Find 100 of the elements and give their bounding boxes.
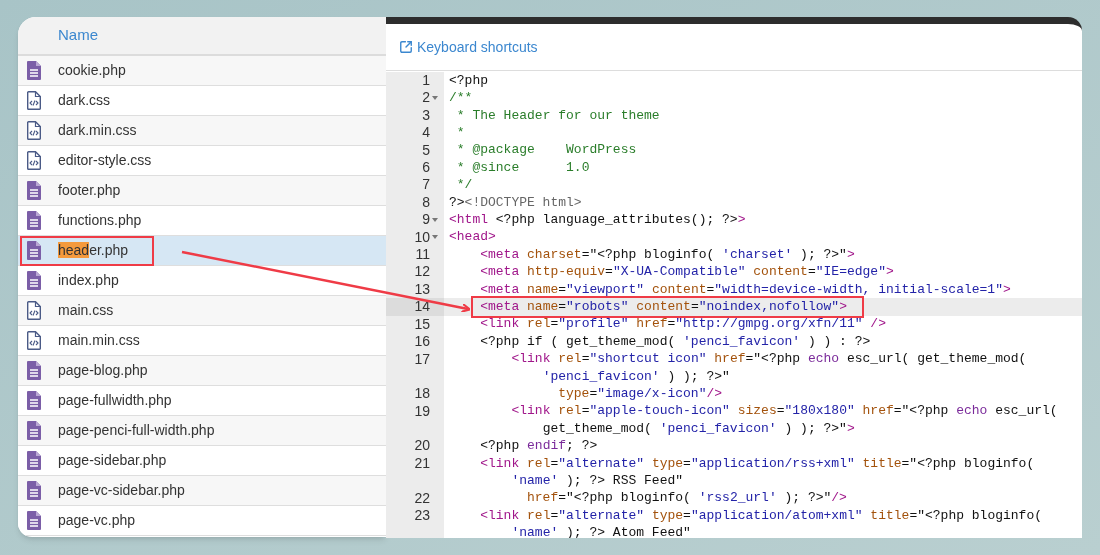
code-line: get_theme_mod( 'penci_favicon' ) ); ?>"> — [542, 421, 855, 436]
code-line: <meta charset="<?php bloginfo( 'charset' ); ?>"> — [480, 247, 855, 262]
fold-caret-icon[interactable] — [432, 96, 438, 101]
file-name: page-sidebar.php — [58, 451, 167, 470]
code-line: <head> — [449, 230, 496, 245]
line-number: 7 — [422, 176, 430, 194]
line-number: 16 — [414, 333, 430, 351]
line-number: 18 — [414, 385, 430, 403]
document-icon — [27, 271, 41, 290]
line-number: 5 — [422, 141, 430, 160]
document-icon — [27, 421, 41, 440]
file-name: main.min.css — [58, 331, 140, 350]
code-line: <link rel="shortcut icon" href="<?php echo esc_url( get_theme_mod( — [511, 352, 1027, 367]
file-name: editor-style.css — [58, 151, 152, 170]
file-name: page-penci-full-width.php — [58, 421, 215, 440]
file-name: dark.min.css — [58, 121, 137, 140]
document-icon — [27, 211, 41, 230]
code-line: <meta http-equiv="X-UA-Compatible" content="IE=edge"> — [480, 265, 894, 280]
code-line: /** — [449, 91, 473, 106]
code-line: 'name' ); ?> Atom Feed" — [511, 526, 691, 538]
file-name: cookie.php — [58, 61, 126, 80]
file-row[interactable]: page-penci-full-width.php — [18, 416, 386, 446]
code-line: <link rel="apple-touch-icon" sizes="180x180" href="<?php echo esc_url( — [511, 404, 1058, 419]
document-icon — [27, 391, 41, 410]
code-line: <meta name="robots" content="noindex,nofollow"> — [480, 300, 847, 314]
code-line: <html <?php language_attributes(); ?>> — [449, 212, 746, 227]
code-line: <?php — [449, 73, 488, 88]
document-icon — [27, 61, 41, 80]
line-number: 6 — [422, 159, 430, 177]
document-icon — [27, 511, 41, 530]
fold-caret-icon[interactable] — [432, 235, 438, 240]
line-number: 13 — [414, 280, 430, 299]
keyboard-shortcuts-link[interactable]: Keyboard shortcuts — [399, 36, 538, 58]
code-line: <?php endif; ?> — [480, 439, 598, 454]
code-line: <?php if ( get_theme_mod( 'penci_favicon' ) ) : ?> — [480, 334, 871, 349]
line-number: 9 — [422, 211, 430, 229]
external-link-icon — [399, 40, 413, 54]
code-file-icon — [27, 331, 41, 350]
line-number: 22 — [414, 489, 430, 508]
line-number: 4 — [422, 124, 430, 142]
code-line: 'name' ); ?> RSS Feed" — [511, 473, 684, 488]
line-number: 1 — [422, 72, 430, 90]
file-row[interactable]: cookie.php — [18, 56, 386, 86]
file-name: footer.php — [58, 181, 121, 200]
document-icon — [27, 361, 41, 380]
code-file-icon — [27, 151, 41, 170]
line-number: 3 — [422, 106, 430, 125]
code-file-icon — [27, 301, 41, 320]
fold-caret-icon[interactable] — [432, 217, 438, 222]
line-number: 19 — [414, 402, 430, 421]
code-line: type="image/x-icon"/> — [558, 386, 723, 401]
file-name: page-vc-sidebar.php — [58, 481, 185, 500]
line-number: 23 — [414, 507, 430, 525]
file-row[interactable]: editor-style.css — [18, 146, 386, 176]
file-name: main.css — [58, 301, 114, 320]
file-row[interactable]: header.php — [18, 236, 386, 266]
line-number: 14 — [414, 298, 430, 316]
file-row[interactable]: index.php — [18, 266, 386, 296]
file-row[interactable]: page-blog.php — [18, 356, 386, 386]
code-line: href="<?php bloginfo( 'rss2_url' ); ?>"/> — [527, 491, 847, 506]
code-line: * The Header for our theme — [456, 108, 660, 123]
file-row[interactable]: footer.php — [18, 176, 386, 206]
file-name: page-vc.php — [58, 511, 136, 530]
file-name: dark.css — [58, 91, 111, 110]
file-row[interactable]: main.css — [18, 296, 386, 326]
file-name: page-blog.php — [58, 361, 148, 380]
document-icon — [27, 481, 41, 500]
file-name: page-fullwidth.php — [58, 391, 172, 410]
file-row[interactable]: page-fullwidth.php — [18, 386, 386, 416]
code-line: <link rel="profile" href="http://gmpg.org/xfn/11" /> — [480, 317, 886, 332]
code-line: * @package WordPress — [456, 143, 637, 158]
document-icon — [27, 181, 41, 200]
code-line: */ — [456, 178, 473, 193]
line-number: 2 — [422, 89, 430, 107]
document-icon — [27, 241, 41, 260]
file-row[interactable]: dark.min.css — [18, 116, 386, 146]
file-row[interactable]: page-vc.php — [18, 506, 386, 536]
line-number: 20 — [414, 437, 430, 455]
code-line: <meta name="viewport" content="width=device-width, initial-scale=1"> — [480, 282, 1011, 297]
line-number: 8 — [422, 193, 430, 212]
line-number: 17 — [414, 350, 430, 368]
file-name: index.php — [58, 271, 119, 290]
file-name: functions.php — [58, 211, 142, 230]
file-name: header.php — [58, 241, 129, 260]
document-icon — [27, 451, 41, 470]
code-line: * — [456, 125, 465, 140]
line-number: 12 — [414, 263, 430, 281]
code-line: <link rel="alternate" type="application/rss+xml" title="<?php bloginfo( — [480, 456, 1035, 471]
code-file-icon — [27, 91, 41, 110]
line-number: 11 — [415, 246, 430, 264]
file-row[interactable]: main.min.css — [18, 326, 386, 356]
line-number: 15 — [414, 315, 430, 334]
line-number: 21 — [414, 454, 430, 473]
code-line: 'penci_favicon' ) ); ?>" — [542, 369, 730, 384]
file-row[interactable]: dark.css — [18, 86, 386, 116]
file-row[interactable]: page-sidebar.php — [18, 446, 386, 476]
file-row[interactable]: functions.php — [18, 206, 386, 236]
line-number: 10 — [414, 228, 430, 247]
code-file-icon — [27, 121, 41, 140]
file-row[interactable]: page-vc-sidebar.php — [18, 476, 386, 506]
